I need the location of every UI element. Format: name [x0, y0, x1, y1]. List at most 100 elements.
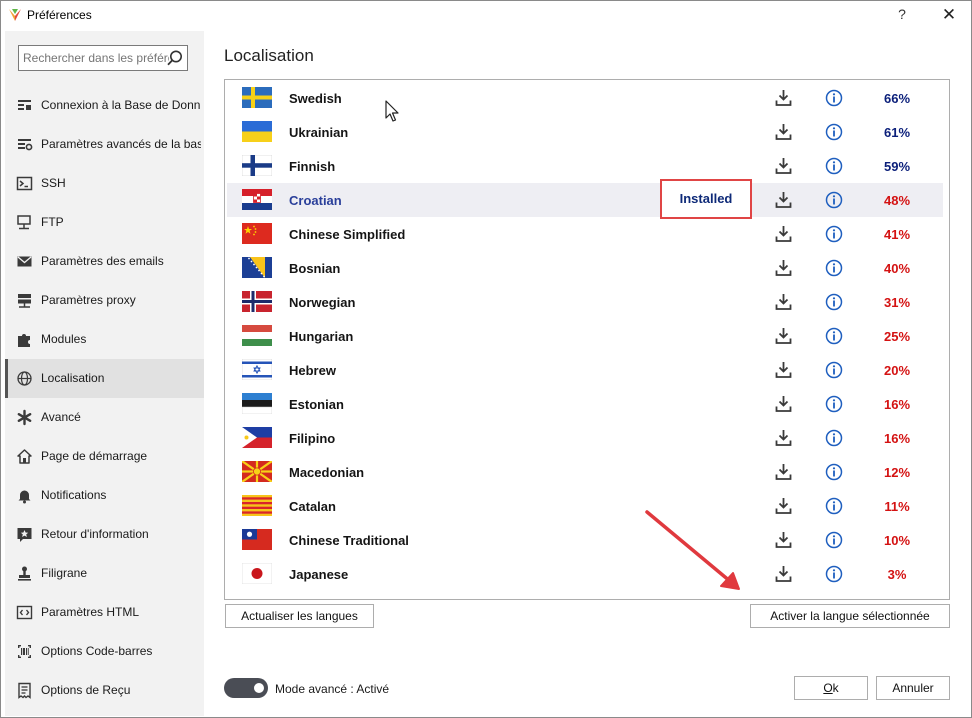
- download-icon[interactable]: [774, 326, 793, 345]
- download-icon[interactable]: [774, 530, 793, 549]
- language-row[interactable]: Chinese Simplified 41%: [227, 217, 943, 251]
- feedback-star-icon: [17, 528, 32, 542]
- download-icon[interactable]: [774, 496, 793, 515]
- language-row[interactable]: Filipino 16%: [227, 421, 943, 455]
- language-row[interactable]: Finnish 59%: [227, 149, 943, 183]
- download-icon[interactable]: [774, 258, 793, 277]
- language-row[interactable]: Swedish 66%: [227, 81, 943, 115]
- info-icon[interactable]: [825, 395, 843, 413]
- language-row[interactable]: Ukrainian 61%: [227, 115, 943, 149]
- download-icon[interactable]: [774, 292, 793, 311]
- preferences-window: Préférences ? ✕ Connexion à la Base de D…: [0, 0, 972, 718]
- info-icon[interactable]: [825, 89, 843, 107]
- sidebar-item-database[interactable]: Connexion à la Base de Données: [5, 86, 204, 125]
- language-row[interactable]: Estonian 16%: [227, 387, 943, 421]
- sidebar-item-feedback-star[interactable]: Retour d'information: [5, 515, 204, 554]
- installed-badge: Installed: [660, 179, 752, 219]
- download-icon[interactable]: [774, 156, 793, 175]
- info-icon[interactable]: [825, 157, 843, 175]
- language-row[interactable]: Chinese Traditional 10%: [227, 523, 943, 557]
- language-name: Croatian: [289, 193, 342, 208]
- info-icon[interactable]: [825, 429, 843, 447]
- bell-icon: [18, 490, 31, 504]
- sidebar-item-label: Options de Reçu: [41, 683, 131, 697]
- language-row[interactable]: Japanese 3%: [227, 557, 943, 591]
- search-icon[interactable]: [166, 49, 184, 67]
- search-box[interactable]: [18, 45, 188, 71]
- language-row[interactable]: Hungarian 25%: [227, 319, 943, 353]
- language-list[interactable]: Swedish 66% Ukrainian 61% Finnish 59% Croatian…: [224, 79, 950, 600]
- sidebar-item-globe[interactable]: Localisation: [5, 359, 204, 398]
- sidebar-item-label: Modules: [41, 332, 87, 346]
- israeli-flag-icon: [242, 359, 272, 380]
- language-row[interactable]: Bosnian 40%: [227, 251, 943, 285]
- download-icon[interactable]: [774, 394, 793, 413]
- language-name: Hungarian: [289, 329, 354, 344]
- download-icon[interactable]: [774, 564, 793, 583]
- download-icon[interactable]: [774, 122, 793, 141]
- download-icon[interactable]: [774, 428, 793, 447]
- info-icon[interactable]: [825, 361, 843, 379]
- info-icon[interactable]: [825, 565, 843, 583]
- info-icon[interactable]: [825, 327, 843, 345]
- language-row[interactable]: Norwegian 31%: [227, 285, 943, 319]
- sidebar-item-envelope[interactable]: Paramètres des emails: [5, 242, 204, 281]
- download-icon[interactable]: [774, 190, 793, 209]
- search-input[interactable]: [19, 46, 173, 70]
- language-row[interactable]: Catalan 11%: [227, 489, 943, 523]
- translation-percent: 12%: [883, 465, 911, 480]
- croatian-flag-icon: [242, 189, 272, 210]
- sidebar-item-receipt[interactable]: Options de Reçu: [5, 671, 204, 710]
- translation-percent: 16%: [883, 397, 911, 412]
- info-icon[interactable]: [825, 259, 843, 277]
- sidebar-item-home[interactable]: Page de démarrage: [5, 437, 204, 476]
- info-icon[interactable]: [825, 531, 843, 549]
- sidebar-item-terminal[interactable]: SSH: [5, 164, 204, 203]
- translation-percent: 25%: [883, 329, 911, 344]
- download-icon[interactable]: [774, 224, 793, 243]
- language-row[interactable]: Croatian Installed 48%: [227, 179, 943, 219]
- sidebar-item-puzzle[interactable]: Modules: [5, 320, 204, 359]
- download-icon[interactable]: [774, 88, 793, 107]
- sidebar-item-asterisk[interactable]: Avancé: [5, 398, 204, 437]
- sidebar-item-label: Paramètres proxy: [41, 293, 136, 307]
- barcode-icon: [18, 645, 31, 658]
- philippine-flag-icon: [242, 427, 272, 448]
- puzzle-icon: [18, 334, 30, 347]
- sidebar-item-html-code[interactable]: Paramètres HTML: [5, 593, 204, 632]
- network-upload-icon: [17, 215, 31, 230]
- sidebar-item-bell[interactable]: Notifications: [5, 476, 204, 515]
- sidebar: Connexion à la Base de Données Paramètres…: [5, 31, 204, 716]
- info-icon[interactable]: [825, 497, 843, 515]
- translation-percent: 61%: [883, 125, 911, 140]
- translation-percent: 11%: [884, 499, 910, 514]
- language-row[interactable]: Hebrew 20%: [227, 353, 943, 387]
- advanced-mode-toggle[interactable]: [224, 678, 268, 698]
- estonian-flag-icon: [242, 393, 272, 414]
- sidebar-item-database-settings[interactable]: Paramètres avancés de la base de données: [5, 125, 204, 164]
- translation-percent: 41%: [883, 227, 911, 242]
- help-button[interactable]: ?: [891, 6, 913, 26]
- sidebar-item-label: Paramètres des emails: [41, 254, 164, 268]
- language-row[interactable]: Macedonian 12%: [227, 455, 943, 489]
- sidebar-item-server[interactable]: Paramètres proxy: [5, 281, 204, 320]
- cancel-button[interactable]: Annuler: [876, 676, 950, 700]
- info-icon[interactable]: [825, 191, 843, 209]
- info-icon[interactable]: [825, 225, 843, 243]
- annotation-arrow-icon: [645, 510, 740, 590]
- sidebar-item-network-upload[interactable]: FTP: [5, 203, 204, 242]
- refresh-languages-button[interactable]: Actualiser les langues: [225, 604, 374, 628]
- info-icon[interactable]: [825, 123, 843, 141]
- info-icon[interactable]: [825, 463, 843, 481]
- info-icon[interactable]: [825, 293, 843, 311]
- language-name: Ukrainian: [289, 125, 349, 140]
- ok-button[interactable]: Ok: [794, 676, 868, 700]
- toggle-knob: [254, 683, 264, 693]
- close-button[interactable]: ✕: [936, 5, 962, 27]
- sidebar-item-stamp[interactable]: Filigrane: [5, 554, 204, 593]
- download-icon[interactable]: [774, 462, 793, 481]
- activate-language-button[interactable]: Activer la langue sélectionnée: [750, 604, 950, 628]
- sidebar-item-barcode[interactable]: Options Code-barres: [5, 632, 204, 671]
- download-icon[interactable]: [774, 360, 793, 379]
- japanese-flag-icon: [242, 563, 272, 584]
